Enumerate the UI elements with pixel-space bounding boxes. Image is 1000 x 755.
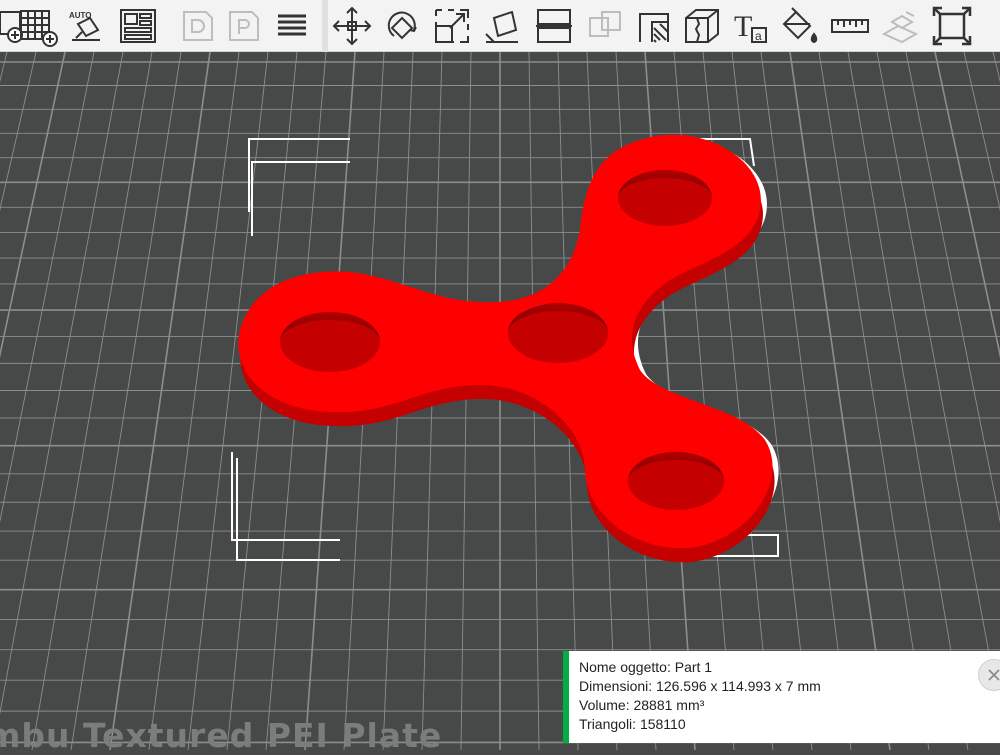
grid-line — [187, 52, 269, 750]
build-plate-grid — [0, 52, 1000, 750]
grid-line — [70, 52, 182, 750]
object-size-value: 126.596 x 114.993 x 7 mm — [656, 678, 821, 694]
svg-text:a: a — [755, 29, 762, 43]
split-objects-icon — [183, 11, 213, 41]
add-plate-icon — [20, 10, 58, 47]
cut-button[interactable] — [532, 4, 576, 48]
plate-type-label: mbu Textured PEI Plate — [0, 716, 443, 755]
main-toolbar: AUTO Ta — [0, 0, 1000, 52]
grid-line — [789, 52, 891, 750]
grid-line — [992, 52, 1000, 83]
scale-icon — [435, 9, 469, 43]
grid-line — [460, 52, 472, 750]
seam-paint-button[interactable] — [680, 4, 724, 48]
split-objects-button[interactable] — [176, 4, 220, 48]
support-paint-button[interactable] — [632, 4, 676, 48]
split-parts-button[interactable] — [222, 4, 266, 48]
svg-text:T: T — [734, 10, 752, 43]
object-volume-label: Volume: — [579, 697, 630, 713]
grid-line — [31, 52, 153, 750]
object-name-value: Part 1 — [674, 659, 713, 675]
scale-button[interactable] — [430, 4, 474, 48]
object-name-row: Nome oggetto: Part 1 — [579, 658, 1000, 677]
grid-line — [0, 52, 95, 523]
object-size-row: Dimensioni: 126.596 x 114.993 x 7 mm — [579, 677, 1000, 696]
grid-line — [109, 52, 211, 750]
grid-line — [847, 52, 969, 750]
object-triangles-row: Triangoli: 158110 — [579, 715, 1000, 734]
grid-line — [876, 52, 1000, 715]
fit-view-icon — [932, 6, 972, 46]
add-plate-button[interactable] — [16, 4, 60, 48]
mesh-boolean-icon — [589, 11, 621, 37]
grid-line — [963, 52, 1000, 212]
toolbar-separator — [322, 0, 328, 52]
arrange-icon — [120, 9, 156, 43]
lay-on-face-icon — [485, 10, 518, 43]
3d-viewport[interactable] — [0, 0, 1000, 750]
object-volume-row: Volume: 28881 mm³ — [579, 696, 1000, 715]
object-name-label: Nome oggetto: — [579, 659, 671, 675]
auto-orient-button[interactable]: AUTO — [64, 4, 108, 48]
mesh-boolean-button[interactable] — [584, 4, 628, 48]
grid-line — [0, 52, 37, 212]
support-paint-icon — [639, 13, 669, 43]
text-emboss-button[interactable]: Ta — [730, 4, 774, 48]
color-paint-icon — [782, 7, 818, 44]
object-triangles-value: 158110 — [639, 716, 686, 732]
object-triangles-label: Triangoli: — [579, 716, 637, 732]
auto-orient-icon: AUTO — [69, 11, 100, 41]
color-paint-button[interactable] — [776, 4, 820, 48]
lay-on-face-button[interactable] — [480, 4, 524, 48]
fit-view-button[interactable] — [930, 4, 974, 48]
object-volume-value: 28881 mm³ — [633, 697, 705, 713]
assembly-icon — [881, 11, 919, 44]
grid-line — [905, 52, 1000, 523]
grid-line — [760, 52, 852, 750]
layers-icon — [278, 14, 306, 36]
grid-line — [731, 52, 813, 750]
cut-icon — [536, 9, 572, 43]
assembly-button[interactable] — [878, 4, 922, 48]
grid-line — [0, 52, 124, 715]
measure-icon — [831, 19, 869, 33]
object-spinner[interactable] — [238, 134, 779, 563]
close-icon — [988, 669, 1000, 681]
grid-line — [0, 52, 8, 83]
grid-line — [934, 52, 1000, 359]
measure-button[interactable] — [828, 4, 872, 48]
object-size-label: Dimensioni: — [579, 678, 653, 694]
arrange-button[interactable] — [116, 4, 160, 48]
seam-paint-icon — [685, 9, 719, 43]
rotate-icon — [387, 11, 417, 40]
move-button[interactable] — [330, 4, 374, 48]
rotate-button[interactable] — [380, 4, 424, 48]
build-plate-scene[interactable] — [0, 0, 1000, 750]
split-parts-icon — [229, 11, 259, 41]
move-icon — [332, 6, 372, 46]
text-emboss-icon: Ta — [734, 10, 767, 43]
layers-button[interactable] — [270, 4, 314, 48]
grid-line — [0, 52, 66, 359]
object-info-panel: Nome oggetto: Part 1 Dimensioni: 126.596… — [563, 651, 1000, 743]
grid-line — [148, 52, 240, 750]
grid-line — [818, 52, 930, 750]
